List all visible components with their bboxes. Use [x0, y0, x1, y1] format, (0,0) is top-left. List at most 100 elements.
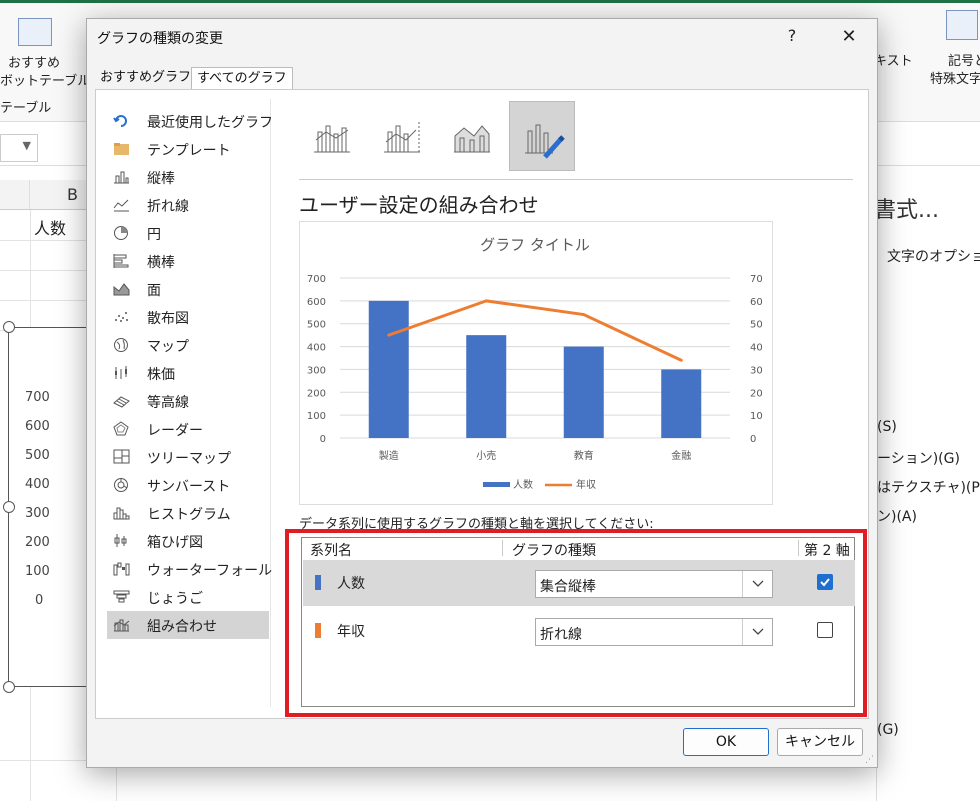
- bg-chart-tick: 700: [25, 390, 50, 405]
- subtype-clustered-column-line-secondary[interactable]: [369, 101, 435, 171]
- chart-category-item[interactable]: ウォーターフォール: [107, 555, 273, 583]
- recommended-pivottable-icon[interactable]: [18, 18, 52, 46]
- chart-category-label: 箱ひげ図: [147, 535, 203, 551]
- pie-chart-icon: [114, 226, 128, 240]
- format-pane-title: 書式...: [874, 198, 939, 223]
- format-option[interactable]: (S): [877, 419, 897, 435]
- format-option[interactable]: (G): [877, 722, 899, 738]
- combo-stacked-area-icon: [454, 125, 490, 153]
- chart-category-item[interactable]: マップ: [107, 331, 269, 359]
- histogram-chart-icon: [113, 507, 130, 520]
- text-button-label[interactable]: キスト: [874, 54, 913, 70]
- ribbon-accent-bar: [0, 0, 980, 3]
- chart-category-item[interactable]: 組み合わせ: [107, 611, 269, 639]
- bar-mark: [661, 369, 702, 438]
- chart-category-item[interactable]: じょうご: [107, 583, 269, 611]
- chart-category-item[interactable]: 円: [107, 219, 269, 247]
- ok-button[interactable]: OK: [683, 728, 769, 756]
- x-axis-tick-label: 教育: [574, 449, 594, 462]
- bg-chart-tick: 500: [25, 448, 50, 463]
- resize-handle[interactable]: [3, 321, 15, 333]
- chart-category-item[interactable]: 横棒: [107, 247, 269, 275]
- chart-category-item[interactable]: 縦棒: [107, 163, 269, 191]
- text-options-tab[interactable]: 文字のオプション: [887, 246, 980, 266]
- symbol-omega-icon[interactable]: [946, 10, 978, 40]
- line-point: [582, 313, 586, 317]
- treemap-chart-icon: [113, 449, 130, 464]
- subtype-stacked-area-column[interactable]: [439, 101, 505, 171]
- dialog-title: グラフの種類の変更: [97, 31, 223, 47]
- resize-handle[interactable]: [3, 501, 15, 513]
- chart-category-item[interactable]: 折れ線: [107, 191, 269, 219]
- format-option[interactable]: ン)(A): [877, 506, 917, 526]
- x-axis-tick-label: 製造: [379, 449, 399, 462]
- chart-category-item[interactable]: ヒストグラム: [107, 499, 269, 527]
- chart-category-item[interactable]: 等高線: [107, 387, 269, 415]
- waterfall-chart-icon: [113, 562, 130, 576]
- chart-category-label: 縦棒: [147, 171, 175, 187]
- y-axis-tick-label: 200: [307, 388, 326, 399]
- close-button[interactable]: ✕: [835, 25, 863, 49]
- cell-b1[interactable]: 人数: [34, 215, 66, 239]
- section-title: ユーザー設定の組み合わせ: [299, 193, 539, 217]
- chart-category-label: 組み合わせ: [147, 619, 217, 635]
- y2-axis-tick-label: 60: [750, 297, 763, 308]
- line-chart-icon: [113, 199, 129, 212]
- format-option[interactable]: はテクスチャ)(P): [877, 477, 980, 497]
- y2-axis-tick-label: 70: [750, 274, 763, 285]
- recommended-pivottable-label-2[interactable]: ボットテーブル: [0, 74, 90, 90]
- chart-category-item[interactable]: 箱ひげ図: [107, 527, 269, 555]
- chevron-down-icon: ▼: [22, 139, 31, 152]
- symbols-label-1[interactable]: 記号と: [948, 54, 980, 70]
- chart-category-item[interactable]: レーダー: [107, 415, 269, 443]
- y-axis-tick-label: 700: [307, 274, 326, 285]
- help-button[interactable]: ?: [781, 25, 803, 47]
- chart-category-label: 等高線: [147, 395, 189, 411]
- bg-chart-tick: 200: [25, 535, 50, 550]
- y2-axis-tick-label: 40: [750, 343, 763, 354]
- stock-chart-icon: [115, 366, 127, 379]
- recommended-pivottable-label-1[interactable]: おすすめ: [8, 56, 60, 72]
- subtype-custom-combination[interactable]: [509, 101, 575, 171]
- subtype-clustered-column-line[interactable]: [299, 101, 365, 171]
- combo-chart-icon: [113, 619, 130, 632]
- resize-handle[interactable]: [3, 681, 15, 693]
- chart-category-item[interactable]: テンプレート: [107, 135, 269, 163]
- y-axis-tick-label: 100: [307, 411, 326, 422]
- x-axis-tick-label: 小売: [476, 449, 496, 462]
- chart-category-item[interactable]: サンバースト: [107, 471, 269, 499]
- bg-chart-tick: 0: [35, 593, 44, 608]
- chart-category-item[interactable]: 面: [107, 275, 269, 303]
- separator: [299, 179, 853, 180]
- chart-category-item[interactable]: 最近使用したグラフ: [107, 107, 273, 135]
- chart-category-item[interactable]: 株価: [107, 359, 269, 387]
- recent-icon: [113, 115, 127, 127]
- line-point: [484, 299, 488, 303]
- chart-category-label: ツリーマップ: [147, 451, 231, 467]
- tab-recommended-charts[interactable]: おすすめグラフ: [95, 67, 196, 89]
- name-box[interactable]: ▼: [0, 134, 38, 162]
- legend-label: 人数: [513, 478, 533, 491]
- chart-category-label: 横棒: [147, 255, 175, 271]
- surface-chart-icon: [113, 396, 130, 408]
- format-option[interactable]: ーション)(G): [877, 448, 960, 468]
- format-pane: 文字のオプション (S) ーション)(G) はテクスチャ)(P) ン)(A) (…: [876, 180, 980, 801]
- column-chart-icon: [114, 171, 129, 184]
- change-chart-type-dialog: グラフの種類の変更 ? ✕ おすすめグラフ すべてのグラフ 最近使用したグラフテ…: [86, 18, 878, 768]
- chart-category-item[interactable]: ツリーマップ: [107, 443, 269, 471]
- chart-category-label: ヒストグラム: [147, 507, 231, 523]
- chart-category-label: 折れ線: [147, 199, 189, 215]
- resize-grip-icon[interactable]: ⋰: [865, 756, 874, 765]
- chart-category-item[interactable]: 散布図: [107, 303, 269, 331]
- chart-category-label: ウォーターフォール: [147, 563, 273, 579]
- cancel-button[interactable]: キャンセル: [777, 728, 863, 756]
- symbols-label-2[interactable]: 特殊文字: [930, 72, 980, 88]
- radar-chart-icon: [113, 421, 129, 436]
- combo-clustered-line-secondary-icon: [384, 122, 420, 153]
- chart-category-label: 面: [147, 283, 161, 299]
- column-header-a[interactable]: [0, 180, 30, 210]
- tab-all-charts[interactable]: すべてのグラフ: [191, 67, 293, 89]
- bg-chart-tick: 400: [25, 477, 50, 492]
- bar-chart-icon: [113, 254, 129, 268]
- chart-category-label: 円: [147, 227, 161, 243]
